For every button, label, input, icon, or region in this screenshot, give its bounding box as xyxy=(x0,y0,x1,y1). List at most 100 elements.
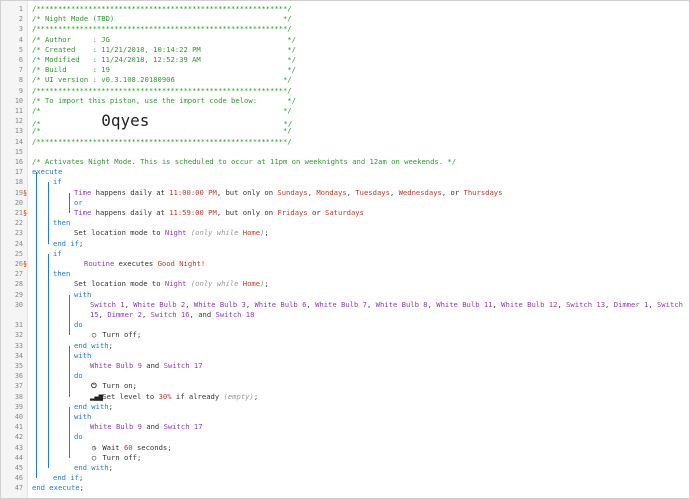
code-token: /* */ xyxy=(32,106,292,115)
code-line[interactable]: then xyxy=(53,218,70,228)
code-line[interactable]: if xyxy=(53,177,62,187)
line-number: 42 xyxy=(14,433,23,442)
code-token: , xyxy=(185,299,194,309)
code-token: /* To import this piston, use the import… xyxy=(32,95,296,105)
code-line[interactable]: Set location mode to Night (only while H… xyxy=(74,279,269,289)
code-line[interactable]: /***************************************… xyxy=(32,4,292,14)
code-line[interactable]: Routine executes Good Night! xyxy=(84,259,205,269)
code-line[interactable]: end with; xyxy=(74,463,113,473)
code-token: , xyxy=(389,187,399,197)
line-number: 2 xyxy=(18,15,23,24)
line-number: 28 xyxy=(14,280,23,289)
code-line[interactable]: if xyxy=(53,249,62,259)
code-token: with xyxy=(74,289,92,299)
code-line[interactable]: 15, Dimmer 2, Switch 16, and Switch 18 xyxy=(90,310,254,320)
code-line[interactable]: ◯ Turn off; xyxy=(90,330,141,340)
code-token: White Bulb 9 xyxy=(90,422,142,432)
code-token: end with xyxy=(74,340,109,350)
code-line[interactable]: end if; xyxy=(53,473,83,483)
code-line[interactable]: end with; xyxy=(74,341,113,351)
code-token: , xyxy=(124,299,134,309)
code-line[interactable]: ◯ Turn off; xyxy=(90,453,141,463)
code-line[interactable]: ◷ Wait 60 seconds; xyxy=(90,443,172,453)
code-token: and xyxy=(141,422,164,432)
code-line[interactable]: /* Modified : 11/24/2018, 12:52:39 AM */ xyxy=(32,55,296,65)
code-token: Night xyxy=(164,228,187,238)
code-line[interactable]: Time happens daily at 11:59:00 PM, but o… xyxy=(74,208,364,218)
with-block-guide xyxy=(69,345,70,397)
code-token: Switch 17 xyxy=(163,361,203,370)
code-line[interactable]: with xyxy=(74,412,91,422)
code-line[interactable]: /* */ xyxy=(32,106,292,116)
condition-group-guide xyxy=(69,192,70,213)
code-line[interactable]: end execute; xyxy=(32,483,84,493)
code-token: Mondays xyxy=(316,187,347,197)
code-line[interactable]: with xyxy=(74,351,91,361)
line-number: 27 xyxy=(14,270,23,279)
line-number: 1 xyxy=(18,5,23,13)
code-token: Set location mode to xyxy=(74,279,165,289)
line-number: 7 xyxy=(18,66,23,75)
code-line[interactable]: do xyxy=(74,371,83,381)
code-token: Turn off; xyxy=(98,330,142,340)
code-line[interactable]: /***************************************… xyxy=(32,24,292,34)
code-token: Dimmer 1 xyxy=(613,299,649,309)
line-number: 26 xyxy=(14,260,23,268)
code-token: /***************************************… xyxy=(32,24,292,34)
code-line[interactable]: /* Night Mode (TBD) */ xyxy=(32,14,292,24)
code-line[interactable]: ▂▄▆ Set level to 30% if already (empty); xyxy=(90,392,258,402)
code-line[interactable]: /* Activates Night Mode. This is schedul… xyxy=(32,157,456,167)
code-line[interactable]: with xyxy=(74,290,91,300)
trigger-flag-icon: § xyxy=(23,260,28,268)
line-number: 8 xyxy=(18,76,23,85)
code-line[interactable]: end if; xyxy=(53,239,83,249)
code-line[interactable]: /* Author : JG */ xyxy=(32,35,296,45)
code-line[interactable]: /***************************************… xyxy=(32,86,292,96)
piston-code-editor[interactable]: 1 2 3 4 5 6 7 8 9 10 11 12 13 14 15 16 17 18 19 § 20 21 § 22 23 2… xyxy=(0,0,690,499)
code-token: Set location mode to xyxy=(74,228,165,238)
code-token: do xyxy=(74,320,83,330)
code-token: do xyxy=(74,432,83,442)
line-number: 10 xyxy=(14,96,23,105)
code-line[interactable]: or xyxy=(74,198,83,208)
action-icon: ◯ xyxy=(91,330,97,340)
action-icon: ⏻ xyxy=(91,381,97,391)
code-token: then xyxy=(53,218,71,228)
code-token: 11:00:00 PM xyxy=(169,187,217,197)
code-line[interactable]: /***************************************… xyxy=(32,137,292,147)
line-number: 17 xyxy=(14,168,23,177)
code-line[interactable]: /* Build : 19 */ xyxy=(32,65,296,75)
line-number: 12 xyxy=(14,117,23,126)
code-line[interactable]: Set location mode to Night (only while H… xyxy=(74,228,269,238)
code-line[interactable]: /* 0qyes */ xyxy=(32,113,292,129)
code-line[interactable]: ⏻ Turn on; xyxy=(90,381,137,391)
code-token: ; xyxy=(78,473,84,483)
code-line[interactable]: /* */ xyxy=(32,126,292,136)
code-token: happens daily at xyxy=(91,187,170,197)
code-line[interactable]: Time happens daily at 11:00:00 PM, but o… xyxy=(74,188,502,198)
code-line[interactable]: /* Created : 11/21/2018, 10:14:22 PM */ xyxy=(32,45,296,55)
code-line[interactable]: then xyxy=(53,269,70,279)
code-token: /* */ xyxy=(32,126,292,136)
code-line[interactable]: /* To import this piston, use the import… xyxy=(32,96,296,106)
if-block-guide xyxy=(48,253,49,468)
code-token: then xyxy=(53,269,71,279)
code-token: White Bulb 9 xyxy=(90,361,142,370)
code-token: executes xyxy=(114,259,158,268)
code-line[interactable]: do xyxy=(74,432,83,442)
code-line[interactable]: White Bulb 9 and Switch 17 xyxy=(90,361,203,371)
code-token: White Bulb 2 xyxy=(133,299,186,309)
code-token: , xyxy=(492,299,502,309)
if-block-guide xyxy=(48,182,49,244)
code-line[interactable]: do xyxy=(74,320,83,330)
line-number: 15 xyxy=(14,147,23,156)
action-icon: ◯ xyxy=(91,452,97,462)
code-token: Switch 18 xyxy=(215,310,255,319)
code-token: , xyxy=(648,299,657,309)
code-line[interactable]: execute xyxy=(32,167,62,177)
code-line[interactable]: /* UI version : v0.3.108.20180906 */ xyxy=(32,75,292,85)
code-line[interactable]: end with; xyxy=(74,402,113,412)
code-token: Switch 1 xyxy=(90,299,125,309)
code-line[interactable]: White Bulb 9 and Switch 17 xyxy=(90,422,203,432)
code-line[interactable]: Switch 1, White Bulb 2, White Bulb 3, Wh… xyxy=(90,300,683,310)
